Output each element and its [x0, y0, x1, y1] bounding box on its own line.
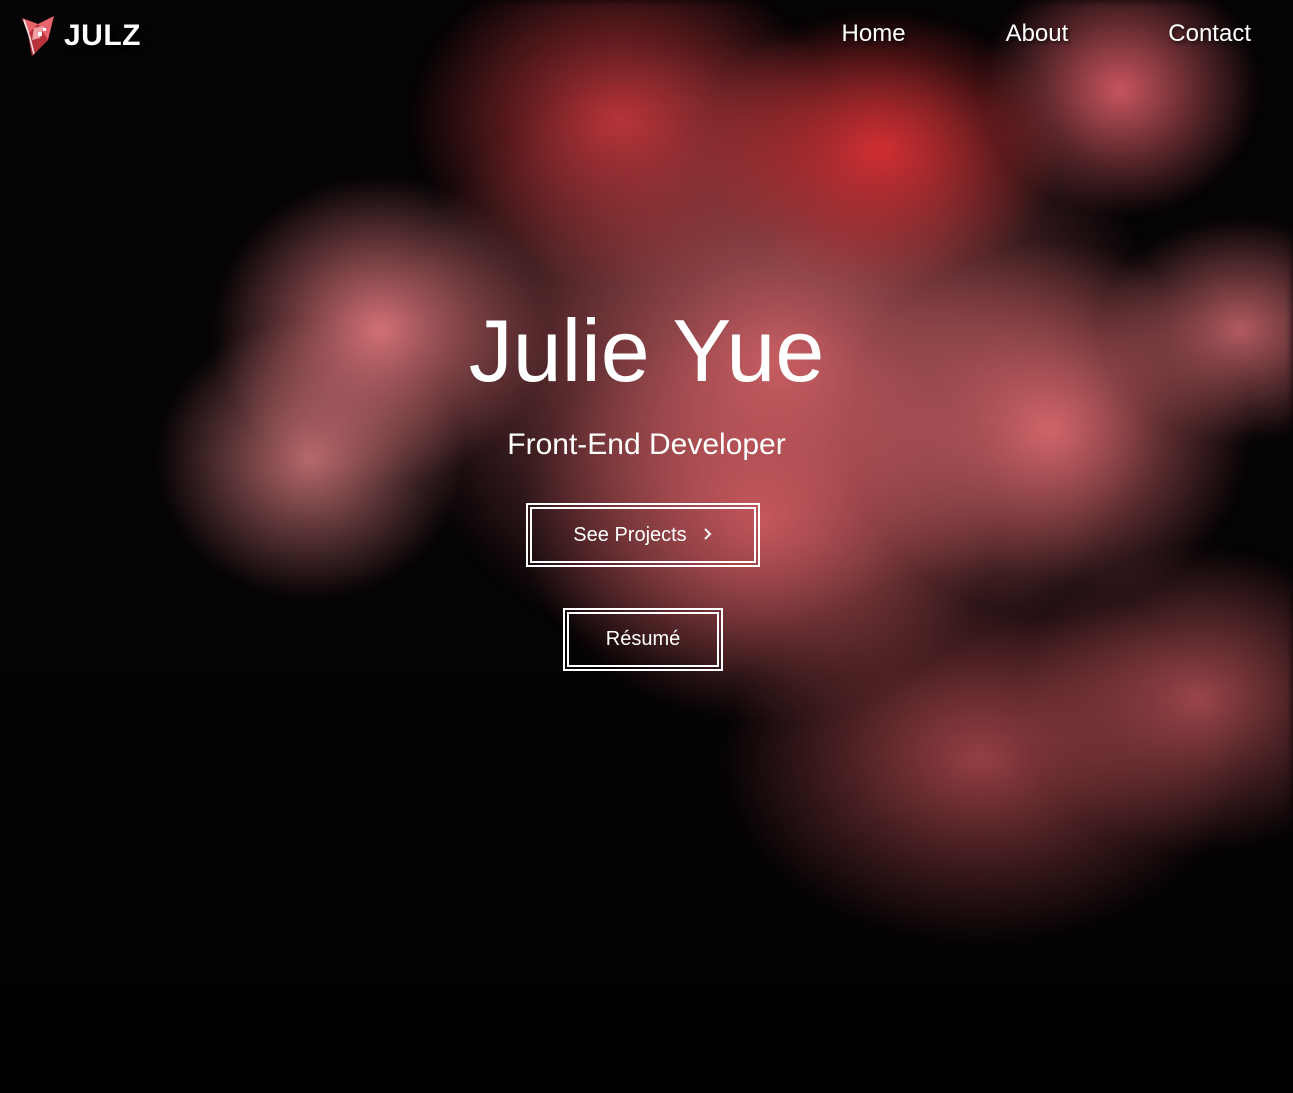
- nav-item-contact[interactable]: Contact: [1168, 20, 1251, 48]
- see-projects-label: See Projects: [573, 523, 687, 546]
- page-footer-band: [0, 986, 1293, 1093]
- nav-item-home[interactable]: Home: [842, 20, 906, 48]
- see-projects-button[interactable]: See Projects: [526, 503, 760, 567]
- hero-subtitle: Front-End Developer: [507, 428, 786, 461]
- resume-label: Résumé: [605, 628, 681, 650]
- pink-geometric-logo-icon: [22, 16, 54, 56]
- brand-name: JULZ: [64, 19, 141, 52]
- main-nav: Home About Contact: [842, 20, 1251, 48]
- hero-overlay: [0, 0, 1293, 986]
- hero-section: [0, 0, 1293, 986]
- hero-title: Julie Yue: [468, 301, 825, 400]
- nav-item-about[interactable]: About: [1006, 20, 1069, 48]
- brand-logo-link[interactable]: JULZ: [20, 14, 141, 58]
- resume-button[interactable]: Résumé: [563, 608, 723, 671]
- chevron-right-icon: [703, 524, 713, 547]
